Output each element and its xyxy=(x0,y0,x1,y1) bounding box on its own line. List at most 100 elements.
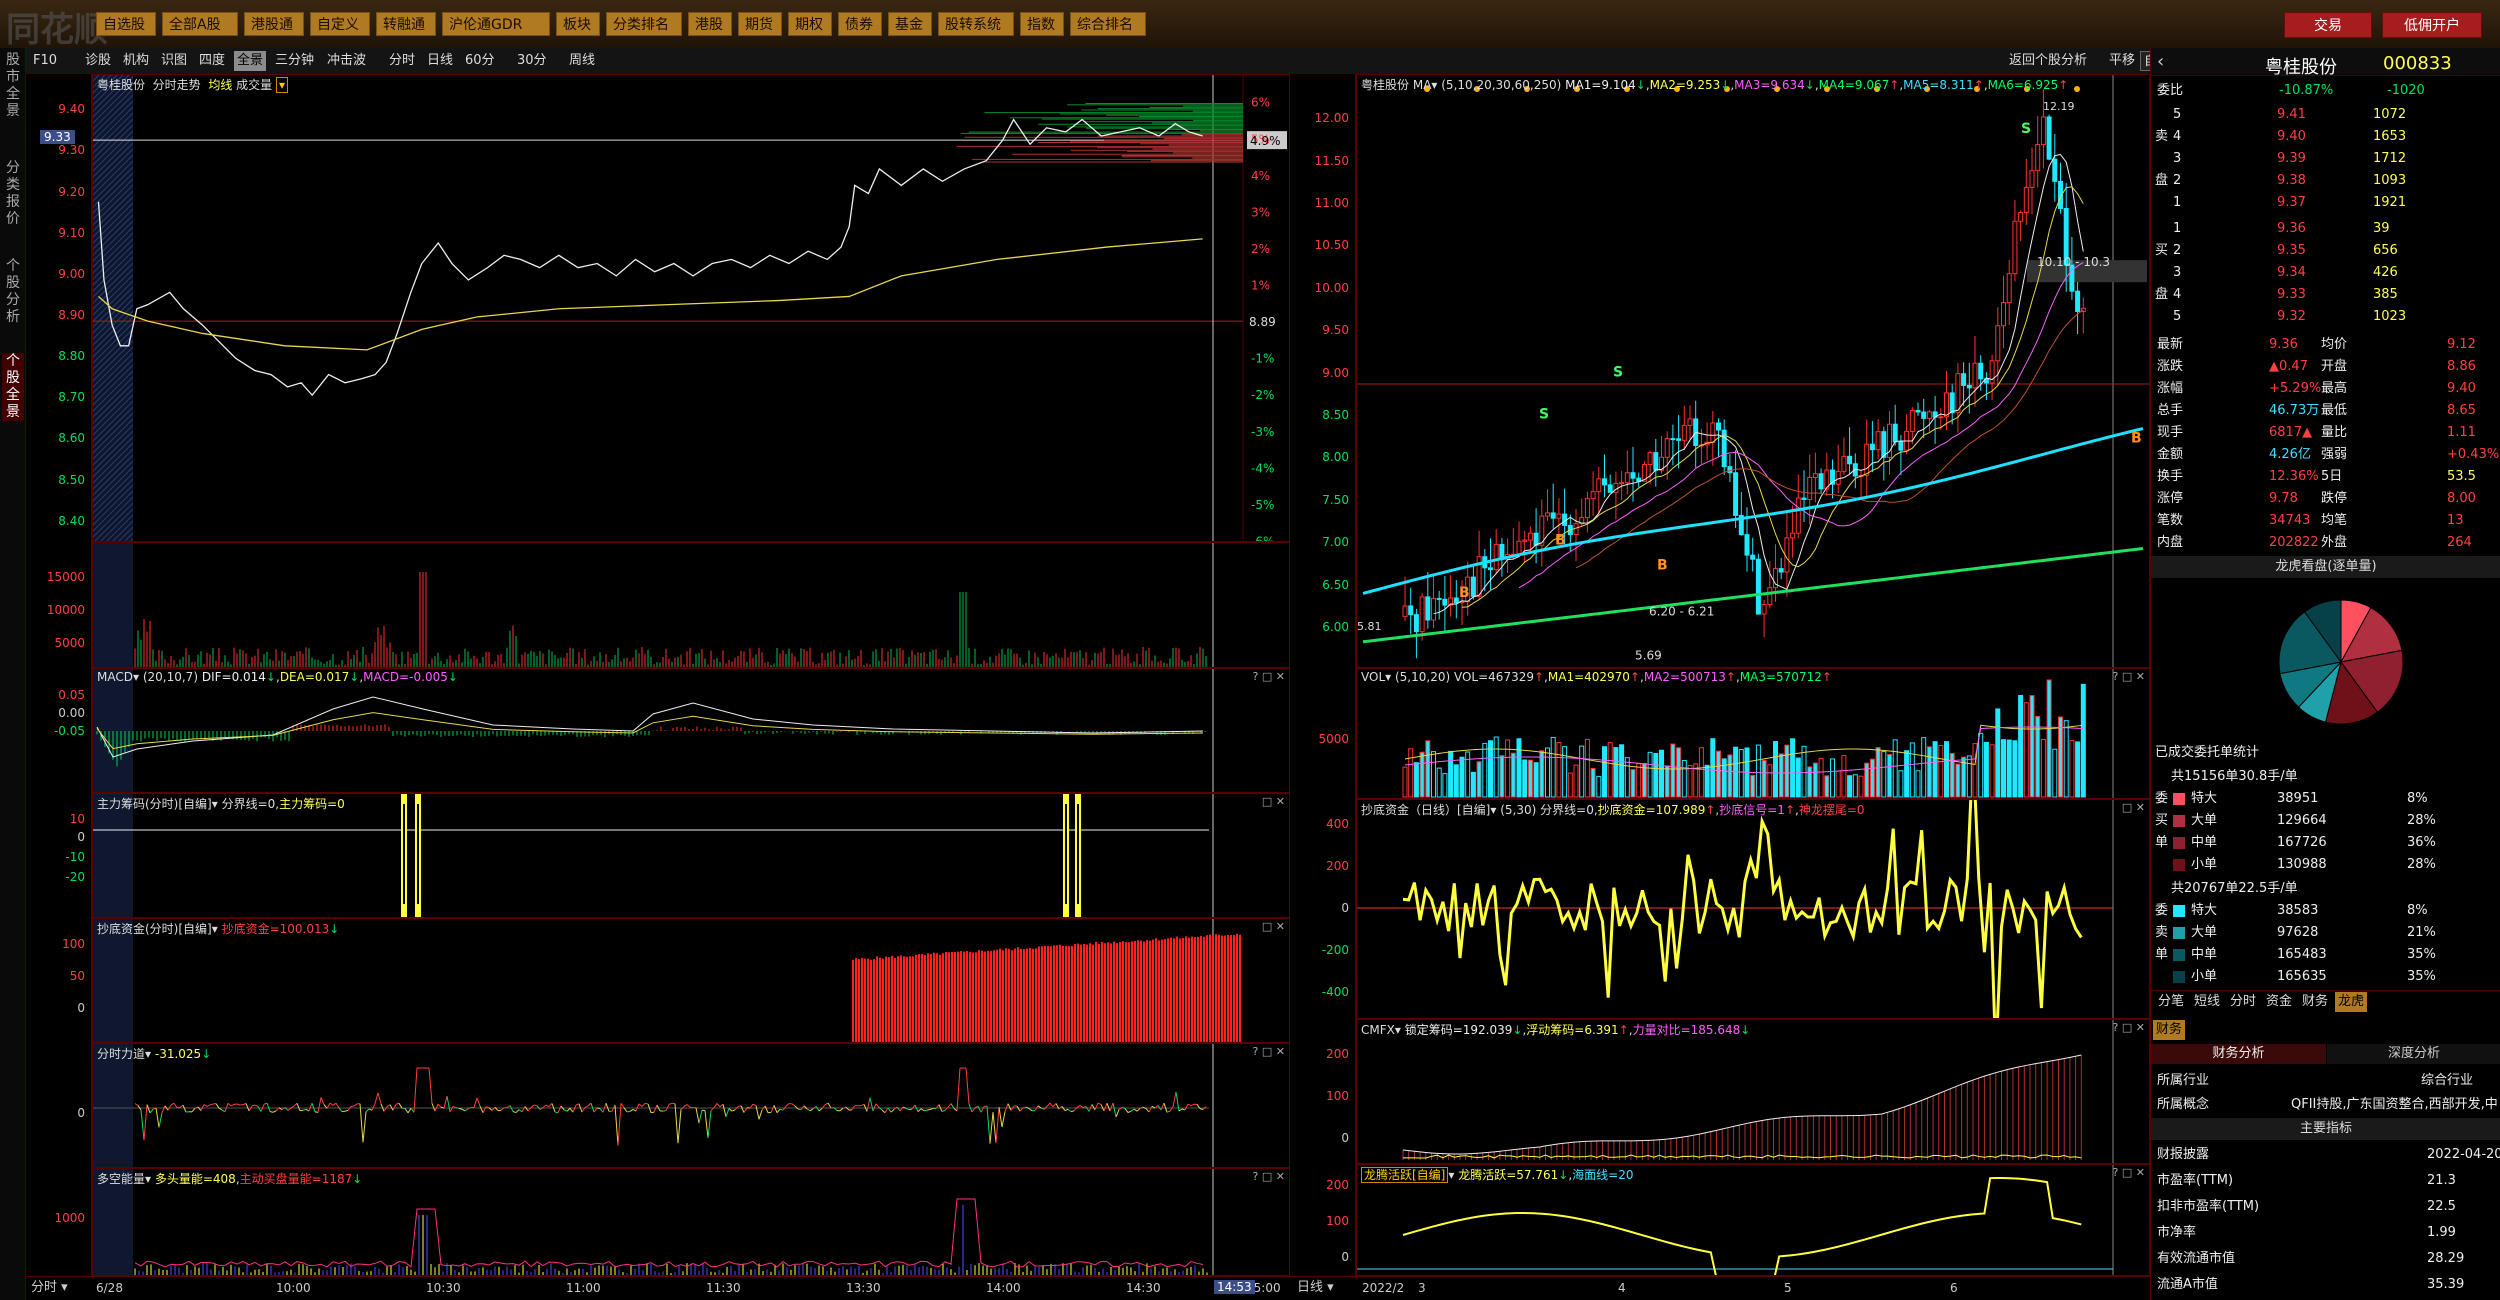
ask-row-1[interactable]: 1 9.37 1921 xyxy=(2151,192,2500,214)
menu-button-12[interactable]: 基金 xyxy=(888,12,932,36)
quote-tab-3[interactable]: 资金 xyxy=(2263,992,2295,1012)
pre-market-hatch xyxy=(93,543,133,667)
ask-row-3[interactable]: 3 9.39 1712 xyxy=(2151,148,2500,170)
panel-control-icons[interactable]: ? □ ✕ xyxy=(2113,670,2145,683)
chevron-down-icon[interactable]: ▾ xyxy=(276,77,289,93)
panel-control-icons[interactable]: ? □ ✕ xyxy=(1253,670,1285,683)
menu-button-3[interactable]: 自定义 xyxy=(310,12,370,36)
dvol-bar xyxy=(1978,732,1984,798)
toolbar-item-1[interactable]: 诊股 xyxy=(82,51,114,71)
bid-row-4[interactable]: 盘 4 9.33 385 xyxy=(2151,284,2500,306)
force-seg xyxy=(245,1103,250,1112)
depth-bar xyxy=(1097,135,1243,137)
force-seg xyxy=(362,1111,367,1143)
time-mode-button[interactable]: 分时 ▾ xyxy=(28,1278,71,1298)
time-tick-7: 14:30 xyxy=(1126,1281,1161,1295)
force-seg xyxy=(620,1103,625,1109)
dvol-bar xyxy=(1539,750,1545,798)
panel-control-icons[interactable]: ? □ ✕ xyxy=(2113,1166,2145,1179)
toolbar-item-7[interactable]: 冲击波 xyxy=(324,51,369,71)
candle-body xyxy=(1716,422,1721,431)
toolbar-item-11[interactable]: 30分 xyxy=(514,51,550,71)
quote-tab-5[interactable]: 龙虎 xyxy=(2335,992,2368,1012)
toolbar-item-2[interactable]: 机构 xyxy=(120,51,152,71)
menu-button-0[interactable]: 自选股 xyxy=(96,12,156,36)
menu-button-1[interactable]: 全部A股 xyxy=(162,12,238,36)
fin-tab-deep[interactable]: 深度分析 xyxy=(2327,1044,2500,1064)
toolbar-pan-button[interactable]: 平移 xyxy=(2106,51,2138,71)
quote-tab-0[interactable]: 分笔 xyxy=(2155,992,2187,1012)
menu-button-6[interactable]: 板块 xyxy=(556,12,600,36)
bid-row-5[interactable]: 5 9.32 1023 xyxy=(2151,306,2500,328)
intraday-tab-avg[interactable]: 均线 xyxy=(208,78,232,92)
watermark-logo: 同花顺 xyxy=(6,10,108,50)
ask-row-2[interactable]: 盘 2 9.38 1093 xyxy=(2151,170,2500,192)
menu-button-7[interactable]: 分类排名 xyxy=(606,12,682,36)
ask-row-5[interactable]: 5 9.41 1072 xyxy=(2151,104,2500,126)
bid-row-3[interactable]: 3 9.34 426 xyxy=(2151,262,2500,284)
side-tab-stock-panorama[interactable]: 个股全景 xyxy=(2,353,24,421)
price-tick-6: 8.80 xyxy=(58,349,85,364)
force-seg xyxy=(809,1108,814,1112)
intraday-tab-trend[interactable]: 分时走势 xyxy=(153,78,201,92)
daily-left-axis: 12.00 11.50 11.00 10.50 10.00 9.50 9.00 8.50 8.0… xyxy=(1290,74,1356,1276)
ask-row-4[interactable]: 卖 4 9.40 1653 xyxy=(2151,126,2500,148)
toolbar-item-3[interactable]: 识图 xyxy=(158,51,190,71)
menu-button-5[interactable]: 沪伦通GDR xyxy=(442,12,550,36)
candle-body xyxy=(2006,273,2012,304)
menu-button-9[interactable]: 期货 xyxy=(738,12,782,36)
panel-control-icons[interactable]: ? □ ✕ xyxy=(2113,1021,2145,1034)
dvol-bar xyxy=(1425,740,1431,798)
daily-volume-chart xyxy=(1402,669,2114,798)
panel-control-icons[interactable]: ? □ ✕ xyxy=(1253,1045,1285,1058)
side-tab-stock-analysis[interactable]: 个股分析 xyxy=(2,258,24,326)
toolbar-item-10[interactable]: 60分 xyxy=(462,51,498,71)
index-value: 21.3 xyxy=(2427,1173,2456,1188)
panel-control-icons[interactable]: ? □ ✕ xyxy=(1253,1170,1285,1183)
bid-row-2[interactable]: 买 2 9.35 656 xyxy=(2151,240,2500,262)
force-seg xyxy=(929,1107,934,1110)
menu-button-10[interactable]: 期权 xyxy=(788,12,832,36)
force-seg xyxy=(737,1105,742,1108)
toolbar-item-4[interactable]: 四度 xyxy=(196,51,228,71)
intraday-tab-volume[interactable]: 成交量 xyxy=(236,78,272,92)
menu-button-15[interactable]: 综合排名 xyxy=(1070,12,1146,36)
toolbar-back-button[interactable]: 返回个股分析 xyxy=(2006,51,2090,71)
sub3-tick-0: 0 xyxy=(77,1106,85,1120)
menu-button-13[interactable]: 股转系统 xyxy=(938,12,1014,36)
menu-button-4[interactable]: 转融通 xyxy=(376,12,436,36)
panel-control-icons[interactable]: □ ✕ xyxy=(2122,801,2145,814)
trade-button[interactable]: 交易 xyxy=(2284,12,2372,38)
side-tab-market-overview[interactable]: 股市全景 xyxy=(2,52,24,120)
fin-tab-analysis[interactable]: 财务分析 xyxy=(2151,1044,2326,1064)
daily-mode-button[interactable]: 日线 ▾ xyxy=(1294,1278,1337,1298)
stat-value: 9.78 xyxy=(2269,491,2298,506)
candle-body xyxy=(1841,455,1847,472)
toolbar-item-5[interactable]: 全景 xyxy=(234,51,267,71)
menu-button-8[interactable]: 港股 xyxy=(688,12,732,36)
menu-button-14[interactable]: 指数 xyxy=(1020,12,1064,36)
stat-label: 换手 xyxy=(2157,469,2184,484)
bid-row-1[interactable]: 1 9.36 39 xyxy=(2151,218,2500,240)
force-seg xyxy=(638,1103,643,1108)
side-tab-category-quotes[interactable]: 分类报价 xyxy=(2,160,24,228)
menu-button-2[interactable]: 港股通 xyxy=(244,12,304,36)
quote-tab-2[interactable]: 分时 xyxy=(2227,992,2259,1012)
quote-tab-1[interactable]: 短线 xyxy=(2191,992,2223,1012)
open-account-button[interactable]: 低佣开户 xyxy=(2382,12,2482,38)
quote-tab-4[interactable]: 财务 xyxy=(2299,992,2331,1012)
panel-control-icons[interactable]: □ ✕ xyxy=(1262,795,1285,808)
sub4-tick-0: 1000 xyxy=(54,1211,85,1225)
menu-button-11[interactable]: 债券 xyxy=(838,12,882,36)
candle-body xyxy=(1607,484,1613,493)
toolbar-item-0[interactable]: F10 xyxy=(30,51,60,71)
depth-bar xyxy=(1009,117,1243,119)
toolbar-item-6[interactable]: 三分钟 xyxy=(272,51,317,71)
toolbar-item-12[interactable]: 周线 xyxy=(566,51,598,71)
chevron-left-icon[interactable]: ‹ xyxy=(2157,51,2164,72)
toolbar-item-8[interactable]: 分时 xyxy=(386,51,418,71)
panel-control-icons[interactable]: □ ✕ xyxy=(1262,920,1285,933)
ask-level: 4 xyxy=(2173,129,2182,144)
force-seg xyxy=(806,1108,811,1112)
toolbar-item-9[interactable]: 日线 xyxy=(424,51,456,71)
